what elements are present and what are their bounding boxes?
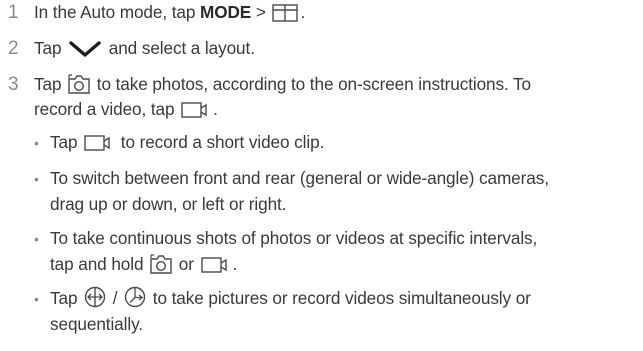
camera-icon (150, 254, 172, 274)
sequential-mode-icon (124, 286, 146, 308)
simultaneous-mode-icon (84, 286, 106, 308)
step-text: In the Auto mode, tap (34, 2, 200, 22)
step-number: 3 (8, 74, 19, 95)
bullet-item: • To switch between front and rear (gener… (34, 168, 549, 214)
mode-label: MODE (199, 2, 252, 22)
video-camera-icon (84, 134, 114, 152)
video-camera-icon (181, 101, 211, 119)
layout-grid-icon (272, 4, 299, 22)
video-camera-icon (200, 256, 231, 274)
camera-icon (68, 74, 90, 94)
step-1: 1 In the Auto mode, tap MODE > . (8, 2, 306, 23)
bullet-item: • To take continuous shots of photos or v… (34, 228, 538, 274)
bullet-item: • Tap to record a short video clip. (34, 132, 325, 152)
chevron-down-icon (68, 40, 102, 58)
step-2: 2 Tap and select a layout. (8, 38, 255, 59)
instruction-document: 1 In the Auto mode, tap MODE > . 2 Tap and… (0, 0, 643, 351)
bullet-item: • Tap / to take pictures or record videos… (34, 286, 531, 334)
step-number: 2 (8, 38, 19, 59)
step-number: 1 (8, 2, 19, 23)
step-3: 3 Tap to take photos, according to the on… (8, 74, 531, 119)
